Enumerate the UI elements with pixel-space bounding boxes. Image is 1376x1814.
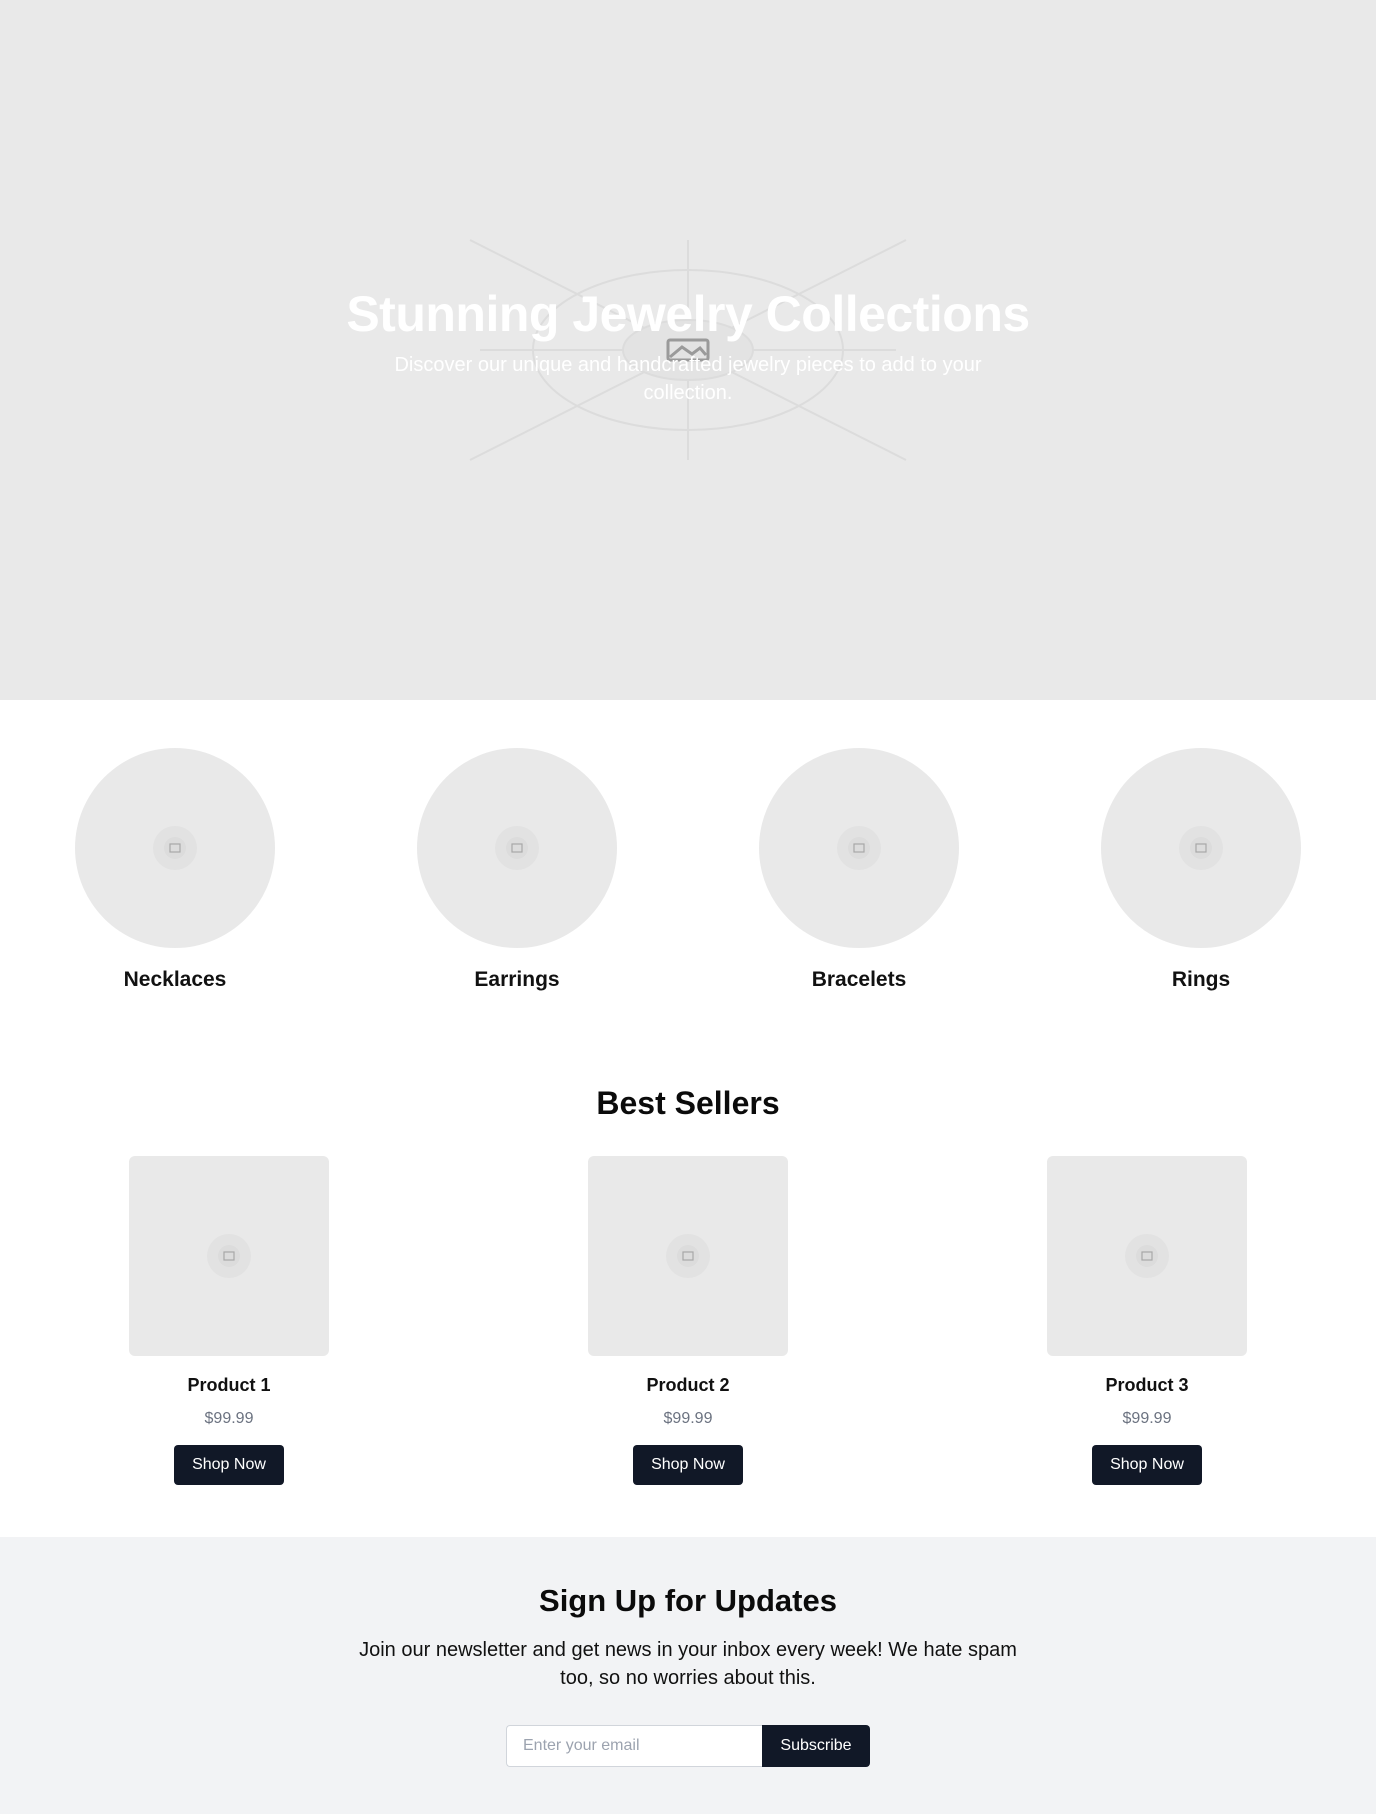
- product-image[interactable]: [588, 1156, 788, 1356]
- shop-now-button[interactable]: Shop Now: [1092, 1445, 1202, 1485]
- hero-image-placeholder: [469, 239, 907, 461]
- product-card: Product 2 $99.99 Shop Now: [588, 1156, 788, 1485]
- product-name: Product 2: [646, 1375, 730, 1395]
- image-placeholder-icon: [153, 826, 197, 870]
- subscribe-button[interactable]: Subscribe: [762, 1725, 870, 1767]
- category-image[interactable]: [1101, 748, 1301, 948]
- category-image[interactable]: [417, 748, 617, 948]
- image-placeholder-icon: [207, 1234, 251, 1278]
- category-label: Rings: [1171, 968, 1231, 991]
- image-placeholder-icon: [1179, 826, 1223, 870]
- hero-title: Stunning Jewelry Collections: [346, 286, 1030, 342]
- product-price: $99.99: [1122, 1410, 1172, 1427]
- product-price: $99.99: [663, 1410, 713, 1427]
- hero-section: Stunning Jewelry Collections Discover ou…: [0, 0, 1376, 700]
- product-name: Product 3: [1105, 1375, 1189, 1395]
- email-input[interactable]: [506, 1725, 763, 1767]
- product-card: Product 3 $99.99 Shop Now: [1047, 1156, 1247, 1485]
- category-label: Bracelets: [811, 968, 907, 991]
- shop-now-button[interactable]: Shop Now: [174, 1445, 284, 1485]
- category-image[interactable]: [759, 748, 959, 948]
- product-image[interactable]: [1047, 1156, 1247, 1356]
- category-image[interactable]: [75, 748, 275, 948]
- categories-section: Necklaces Earrings Bracelets Rings: [0, 748, 1376, 998]
- product-price: $99.99: [204, 1410, 254, 1427]
- image-placeholder-icon: [495, 826, 539, 870]
- category-label: Earrings: [474, 968, 560, 991]
- signup-description: Join our newsletter and get news in your…: [359, 1639, 1017, 1689]
- category-rings[interactable]: Rings: [1101, 748, 1301, 992]
- image-placeholder-icon: [837, 826, 881, 870]
- category-earrings[interactable]: Earrings: [417, 748, 617, 992]
- newsletter-section: Sign Up for Updates Join our newsletter …: [0, 1537, 1376, 1814]
- product-name: Product 1: [187, 1375, 271, 1395]
- best-sellers-title: Best Sellers: [596, 1085, 780, 1121]
- product-image[interactable]: [129, 1156, 329, 1356]
- category-label: Necklaces: [123, 968, 227, 991]
- product-card: Product 1 $99.99 Shop Now: [129, 1156, 329, 1485]
- hero-subtitle: Discover our unique and handcrafted jewe…: [394, 354, 982, 404]
- shop-now-button[interactable]: Shop Now: [633, 1445, 743, 1485]
- category-bracelets[interactable]: Bracelets: [759, 748, 959, 992]
- image-placeholder-icon: [1125, 1234, 1169, 1278]
- signup-title: Sign Up for Updates: [539, 1583, 837, 1618]
- category-necklaces[interactable]: Necklaces: [75, 748, 275, 992]
- image-placeholder-icon: [666, 1234, 710, 1278]
- newsletter-form: Subscribe: [506, 1725, 870, 1767]
